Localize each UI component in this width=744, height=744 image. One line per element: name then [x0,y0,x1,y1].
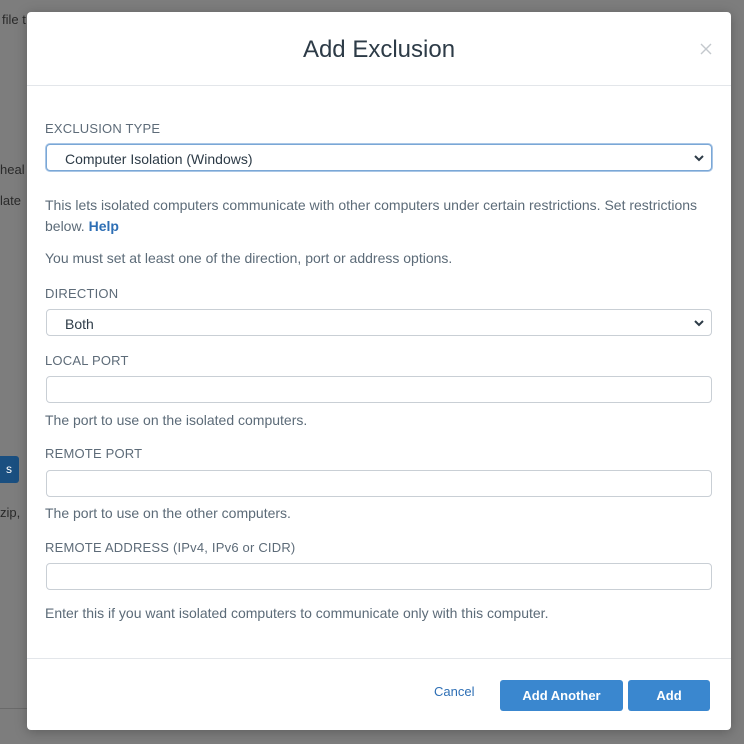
remote-address-hint: Enter this if you want isolated computer… [45,605,549,621]
exclusion-description: This lets isolated computers communicate… [45,195,712,237]
exclusion-type-select[interactable]: Computer Isolation (Windows) [46,144,712,171]
cancel-button[interactable]: Cancel [434,684,474,699]
add-exclusion-dialog: Add Exclusion EXCLUSION TYPE Computer Is… [27,12,731,730]
background-text-fragment: heal [0,162,25,177]
direction-label: DIRECTION [45,286,119,301]
background-button: s [0,456,19,483]
background-divider [0,708,27,709]
remote-port-hint: The port to use on the other computers. [45,505,291,521]
remote-port-label: REMOTE PORT [45,446,143,461]
local-port-hint: The port to use on the isolated computer… [45,412,308,428]
add-button[interactable]: Add [628,680,710,711]
remote-port-input[interactable] [46,470,712,497]
direction-select[interactable]: Both [46,309,712,336]
dialog-header: Add Exclusion [27,12,731,86]
chevron-down-icon [694,155,704,162]
direction-value: Both [65,316,94,332]
close-icon[interactable] [699,42,713,56]
exclusion-description-text: This lets isolated computers communicate… [45,197,698,234]
exclusion-type-value: Computer Isolation (Windows) [65,151,253,167]
requirement-note: You must set at least one of the directi… [45,250,453,266]
background-text-fragment: zip, [0,505,21,520]
background-text-fragment: late [0,193,21,208]
chevron-down-icon [694,320,704,327]
dialog-footer: Cancel Add Another Add [27,658,731,730]
local-port-input[interactable] [46,376,712,403]
background-button-label: s [6,462,12,476]
remote-address-label: REMOTE ADDRESS (IPv4, IPv6 or CIDR) [45,540,296,555]
background-text-fragment: file t [2,12,26,27]
add-another-button[interactable]: Add Another [500,680,623,711]
local-port-label: LOCAL PORT [45,353,129,368]
exclusion-type-label: EXCLUSION TYPE [45,121,161,136]
help-link[interactable]: Help [89,218,119,234]
remote-address-input[interactable] [46,563,712,590]
dialog-title: Add Exclusion [302,36,456,63]
